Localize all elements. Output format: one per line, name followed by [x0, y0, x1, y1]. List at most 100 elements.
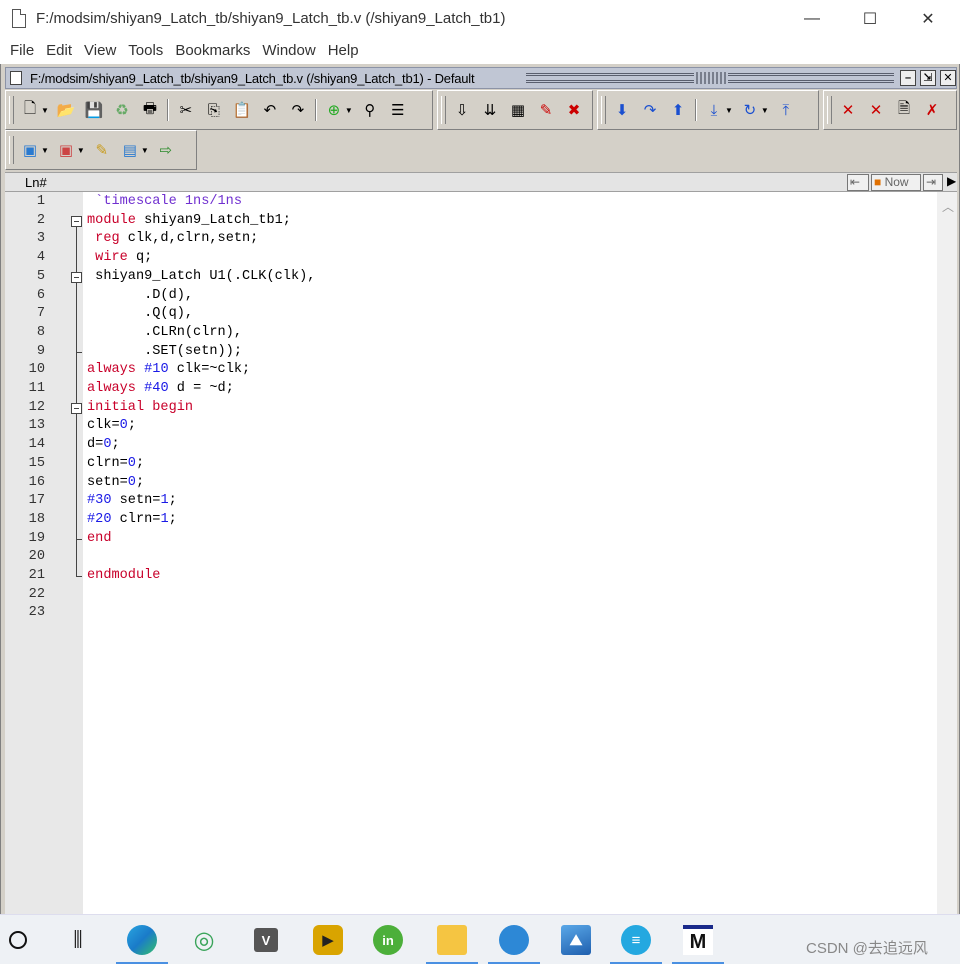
- clear-breakpoints-icon[interactable]: ✗: [920, 99, 944, 121]
- add-icon[interactable]: ⊕: [322, 99, 346, 121]
- taskbar-vivado[interactable]: V: [240, 915, 292, 964]
- code-line[interactable]: .D(d),: [87, 287, 193, 306]
- step-into-all-icon[interactable]: ⤓: [702, 99, 726, 121]
- code-token: #40: [144, 381, 169, 396]
- inner-minimize-button[interactable]: –: [900, 70, 916, 86]
- undo-icon[interactable]: ↶: [258, 99, 282, 121]
- inner-dock-button[interactable]: ⇲: [920, 70, 936, 86]
- find-binoculars-icon[interactable]: ⚲: [358, 99, 382, 121]
- scroll-up-icon[interactable]: ︿: [942, 198, 954, 215]
- menu-view[interactable]: View: [78, 38, 122, 64]
- taskbar-photos[interactable]: ⛰: [550, 915, 602, 964]
- now-button[interactable]: ■ Now: [871, 174, 921, 191]
- code-line[interactable]: always #40 d = ~d;: [87, 380, 234, 399]
- taskbar-wechat-app[interactable]: ◎: [178, 915, 230, 964]
- toolbar-separator: [695, 99, 697, 121]
- save-icon[interactable]: 💾: [82, 99, 106, 121]
- close-button[interactable]: ✕: [898, 0, 958, 38]
- layout-copy-icon[interactable]: ▤: [118, 139, 142, 161]
- print-icon[interactable]: 🖶: [138, 99, 162, 121]
- maximize-button[interactable]: ☐: [840, 0, 900, 38]
- fold-line: [76, 282, 77, 352]
- break-icon[interactable]: ✎: [534, 99, 558, 121]
- code-line[interactable]: .Q(q),: [87, 305, 193, 324]
- layout-icon[interactable]: ▣: [18, 139, 42, 161]
- new-file-icon[interactable]: 🗋: [18, 99, 42, 121]
- step-over-icon[interactable]: ↷: [638, 99, 662, 121]
- compile-icon[interactable]: ⇩: [450, 99, 474, 121]
- taskbar-notepad-app[interactable]: ≡: [610, 915, 662, 964]
- menu-help[interactable]: Help: [322, 38, 365, 64]
- code-line[interactable]: end: [87, 530, 111, 549]
- fold-toggle-icon[interactable]: [71, 271, 82, 283]
- taskbar-media-app[interactable]: ▶: [302, 915, 354, 964]
- redo-icon[interactable]: ↷: [286, 99, 310, 121]
- go-start-icon[interactable]: ⇤: [847, 174, 869, 191]
- menu-bookmarks[interactable]: Bookmarks: [169, 38, 256, 64]
- code-line[interactable]: endmodule: [87, 567, 160, 586]
- step-over-all-icon[interactable]: ↻: [738, 99, 762, 121]
- code-line[interactable]: #30 setn=1;: [87, 492, 177, 511]
- dropdown-arrow-icon[interactable]: ▼: [761, 106, 769, 115]
- dropdown-arrow-icon[interactable]: ▼: [41, 106, 49, 115]
- step-out-icon[interactable]: ⬆: [666, 99, 690, 121]
- code-line[interactable]: #20 clrn=1;: [87, 511, 177, 530]
- code-area[interactable]: `timescale 1ns/1ns module shiyan9_Latch_t…: [87, 192, 935, 914]
- document-icon[interactable]: 🗎: [892, 99, 916, 121]
- taskbar-browser-app[interactable]: [488, 915, 540, 964]
- reload-icon[interactable]: ♻: [110, 99, 134, 121]
- cut-icon[interactable]: ✂: [174, 99, 198, 121]
- taskbar-inkscape-app[interactable]: in: [362, 915, 414, 964]
- next-breakpoint-icon[interactable]: ✕: [864, 99, 888, 121]
- menu-window[interactable]: Window: [256, 38, 321, 64]
- code-line[interactable]: wire q;: [87, 249, 152, 268]
- code-line[interactable]: module shiyan9_Latch_tb1;: [87, 212, 291, 231]
- copy-icon[interactable]: ⎘: [202, 99, 226, 121]
- code-line[interactable]: clrn=0;: [87, 455, 144, 474]
- taskbar-edge[interactable]: [116, 915, 168, 964]
- scroll-right-icon[interactable]: ▶: [945, 174, 957, 191]
- code-line[interactable]: `timescale 1ns/1ns: [87, 193, 242, 212]
- dropdown-arrow-icon[interactable]: ▼: [345, 106, 353, 115]
- code-line[interactable]: reg clk,d,clrn,setn;: [87, 230, 258, 249]
- fold-toggle-icon[interactable]: [71, 402, 82, 414]
- taskbar-file-explorer[interactable]: [426, 915, 478, 964]
- open-folder-icon[interactable]: 📂: [54, 99, 78, 121]
- minimize-button[interactable]: —: [782, 0, 842, 38]
- code-line[interactable]: initial begin: [87, 399, 193, 418]
- vertical-scrollbar[interactable]: ︿: [937, 192, 957, 914]
- stop-icon[interactable]: ✖: [562, 99, 586, 121]
- menu-tools[interactable]: Tools: [122, 38, 169, 64]
- code-line[interactable]: .CLRn(clrn),: [87, 324, 242, 343]
- simulate-icon[interactable]: ▦: [506, 99, 530, 121]
- layout-edit-icon[interactable]: ✎: [90, 139, 114, 161]
- dropdown-arrow-icon[interactable]: ▼: [77, 146, 85, 155]
- paste-icon[interactable]: 📋: [230, 99, 254, 121]
- dropdown-arrow-icon[interactable]: ▼: [141, 146, 149, 155]
- menu-edit[interactable]: Edit: [40, 38, 78, 64]
- fold-toggle-icon[interactable]: [71, 215, 82, 227]
- code-line[interactable]: d=0;: [87, 436, 120, 455]
- start-button[interactable]: [0, 915, 44, 964]
- code-line[interactable]: setn=0;: [87, 474, 144, 493]
- notepad-app-icon: ≡: [621, 925, 651, 955]
- code-line[interactable]: shiyan9_Latch U1(.CLK(clk),: [87, 268, 315, 287]
- menu-file[interactable]: File: [4, 38, 40, 64]
- taskbar-modelsim[interactable]: M: [672, 915, 724, 964]
- compile-all-icon[interactable]: ⇊: [478, 99, 502, 121]
- layout-red-icon[interactable]: ▣: [54, 139, 78, 161]
- layout-export-icon[interactable]: ⇨: [154, 139, 178, 161]
- go-end-icon[interactable]: ⇥: [923, 174, 943, 191]
- inner-close-button[interactable]: ✕: [940, 70, 956, 86]
- list-icon[interactable]: ☰: [386, 99, 410, 121]
- dropdown-arrow-icon[interactable]: ▼: [725, 106, 733, 115]
- step-out-all-icon[interactable]: ⤒: [774, 99, 798, 121]
- code-line[interactable]: .SET(setn));: [87, 343, 242, 362]
- source-editor[interactable]: 1 2 3 4 5 6 7 8 9 10 11 12 13 14 15 16 17 18 19 20 21 22 23 `t…: [5, 192, 957, 914]
- dropdown-arrow-icon[interactable]: ▼: [41, 146, 49, 155]
- task-view-button[interactable]: ⫼: [52, 915, 104, 964]
- code-line[interactable]: always #10 clk=~clk;: [87, 361, 250, 380]
- code-line[interactable]: clk=0;: [87, 417, 136, 436]
- step-into-icon[interactable]: ⬇: [610, 99, 634, 121]
- prev-breakpoint-icon[interactable]: ✕: [836, 99, 860, 121]
